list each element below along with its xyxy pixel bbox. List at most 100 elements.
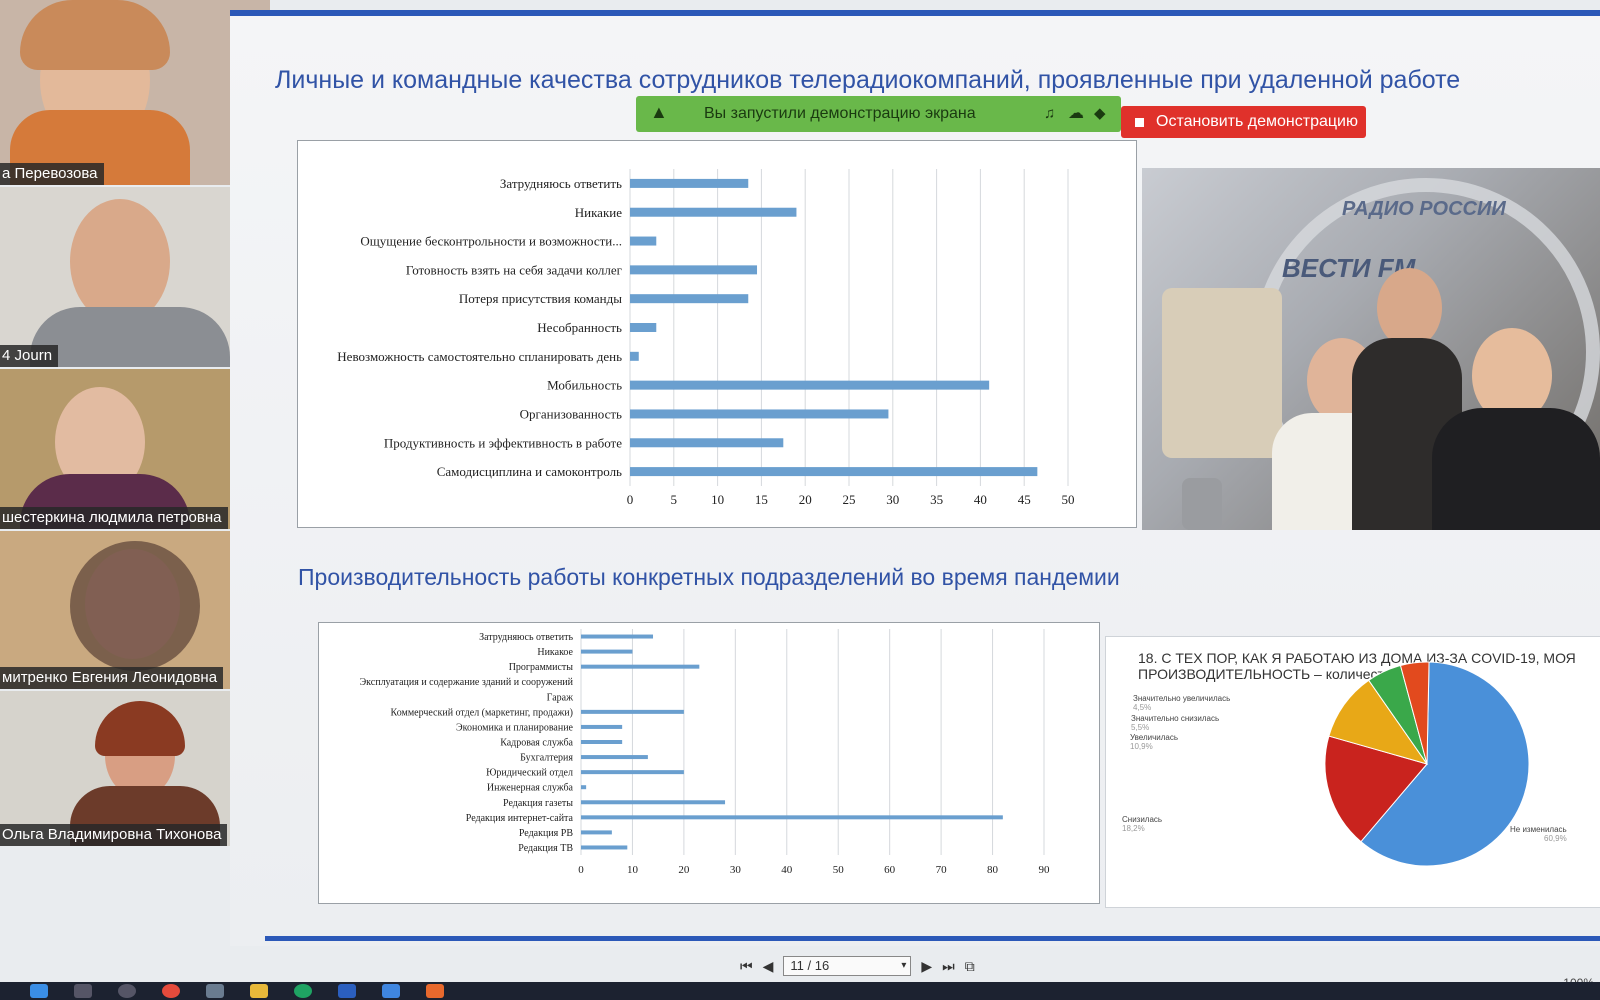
- category-label: Эксплуатация и содержание зданий и соору…: [360, 677, 574, 688]
- bar: [630, 409, 889, 419]
- bar: [630, 294, 749, 304]
- bar: [630, 265, 758, 275]
- x-tick-label: 20: [678, 864, 690, 876]
- slide-footer-bar: [265, 936, 1600, 941]
- qualities-chart-svg: 0 5 10 15 20 25 30 35 40 45 50 Затрудняюсь ответить…: [337, 169, 1075, 507]
- bar: [630, 207, 797, 217]
- person-top: [1432, 408, 1600, 530]
- x-tick-label: 10: [711, 492, 724, 507]
- calculator-icon[interactable]: [206, 984, 224, 998]
- x-tick-label: 0: [627, 492, 634, 507]
- cloud-icon[interactable]: ☁: [1068, 103, 1084, 123]
- x-tick-label: 30: [730, 864, 742, 876]
- bar: [581, 649, 633, 654]
- bar: [630, 351, 639, 361]
- folder-icon[interactable]: [250, 984, 268, 998]
- edge-icon[interactable]: [294, 984, 312, 998]
- bar: [581, 830, 612, 835]
- screen: а Перевозова 4 Journ шестеркина людмила …: [0, 0, 1600, 1000]
- windows-start-icon[interactable]: [30, 984, 48, 998]
- radio-logo: РАДИО РОССИИ: [1342, 198, 1506, 220]
- category-label: Редакция ТВ: [518, 843, 573, 854]
- task-view-icon[interactable]: [118, 984, 136, 998]
- bar: [581, 709, 684, 714]
- x-tick-label: 60: [884, 864, 896, 876]
- presentation-app-icon[interactable]: [426, 984, 444, 998]
- bar: [630, 380, 990, 390]
- pie-label: Не изменилась 60,9%: [1510, 825, 1567, 843]
- pie-label: Снизилась 18,2%: [1122, 815, 1163, 833]
- slide-navigation: ⏮ ◀ 11 / 16 ▾ ▶ ⏭ ⧉: [740, 952, 975, 980]
- participant-name: а Перевозова: [0, 163, 104, 185]
- bar: [581, 785, 587, 790]
- category-label: Редакция РВ: [519, 828, 573, 839]
- x-tick-label: 15: [755, 492, 768, 507]
- zoom-app-icon[interactable]: [382, 984, 400, 998]
- category-label: Невозможность самостоятельно спланироват…: [337, 349, 622, 364]
- category-label: Организованность: [520, 407, 622, 422]
- pie-label: Значительно увеличилась 4,5%: [1133, 694, 1231, 712]
- share-status: Вы запустили демонстрацию экрана: [704, 105, 976, 122]
- screen-share-banner[interactable]: ▲ Вы запустили демонстрацию экрана ♫ ☁ ◆: [636, 96, 1121, 132]
- category-label: Инженерная служба: [487, 783, 574, 794]
- departments-chart-svg: 0 10 20 30 40 50 60 70 80 90 Затрудняюсь ответить Н…: [360, 629, 1051, 876]
- search-icon[interactable]: [74, 984, 92, 998]
- x-tick-label: 70: [936, 864, 948, 876]
- bar: [581, 724, 623, 729]
- x-tick-label: 35: [930, 492, 943, 507]
- taskbar: [0, 982, 1600, 1000]
- category-label: Мобильность: [547, 378, 622, 393]
- x-tick-label: 90: [1039, 864, 1051, 876]
- x-tick-label: 40: [974, 492, 987, 507]
- category-label: Бухгалтерия: [520, 753, 573, 764]
- category-label: Экономика и планирование: [456, 722, 574, 733]
- category-label: Затрудняюсь ответить: [479, 632, 573, 643]
- bar: [581, 664, 700, 669]
- participant-hair: [95, 701, 185, 756]
- chrome-icon[interactable]: [162, 984, 180, 998]
- present-icon[interactable]: ⧉: [965, 958, 975, 975]
- x-tick-label: 40: [781, 864, 793, 876]
- qualities-chart: 0 5 10 15 20 25 30 35 40 45 50 Затрудняюсь ответить…: [297, 140, 1137, 528]
- x-tick-label: 50: [1062, 492, 1075, 507]
- participant-name: митренко Евгения Леонидовна: [0, 667, 224, 689]
- category-label: Юридический отдел: [486, 768, 573, 779]
- category-label: Кадровая служба: [500, 738, 573, 749]
- bar: [581, 634, 654, 639]
- departments-chart: 0 10 20 30 40 50 60 70 80 90 Затрудняюсь ответить Н…: [318, 622, 1100, 904]
- category-label: Редакция газеты: [503, 798, 573, 809]
- word-icon[interactable]: [338, 984, 356, 998]
- participant-name: Ольга Владимировна Тихонова: [0, 824, 228, 846]
- participant-clothes: [30, 307, 230, 367]
- stop-sharing-button[interactable]: Остановить демонстрацию: [1121, 106, 1366, 138]
- pie-label: Увеличилась 10,9%: [1130, 733, 1179, 751]
- microphone: [1182, 478, 1222, 530]
- category-label: Гараж: [547, 692, 573, 703]
- participant-face: [70, 199, 170, 324]
- bar: [581, 815, 1003, 820]
- prev-slide-icon[interactable]: ◀: [763, 958, 774, 975]
- bar: [630, 236, 657, 246]
- bar: [630, 467, 1038, 477]
- category-label: Программисты: [509, 662, 574, 673]
- x-tick-label: 30: [886, 492, 899, 507]
- pin-icon[interactable]: ▲: [650, 102, 668, 123]
- last-slide-icon[interactable]: ⏭: [942, 958, 955, 975]
- x-tick-label: 0: [578, 864, 584, 876]
- first-slide-icon[interactable]: ⏮: [740, 958, 753, 975]
- stop-icon: [1135, 117, 1144, 127]
- page-selector[interactable]: 11 / 16 ▾: [783, 956, 912, 976]
- shield-icon[interactable]: ◆: [1094, 104, 1106, 122]
- pie-label: Значительно снизилась 5,5%: [1131, 714, 1220, 732]
- category-label: Коммерческий отдел (маркетинг, продажи): [391, 707, 573, 718]
- category-label: Никакое: [537, 647, 573, 658]
- bar: [581, 800, 726, 805]
- next-slide-icon[interactable]: ▶: [921, 958, 932, 975]
- mic-icon[interactable]: ♫: [1044, 105, 1055, 122]
- chevron-down-icon: ▾: [901, 960, 907, 971]
- bar: [581, 770, 684, 775]
- category-label: Ощущение бесконтрольности и возможности.…: [360, 234, 622, 249]
- x-tick-label: 10: [627, 864, 639, 876]
- participant-hair: [20, 0, 170, 70]
- x-tick-label: 50: [833, 864, 845, 876]
